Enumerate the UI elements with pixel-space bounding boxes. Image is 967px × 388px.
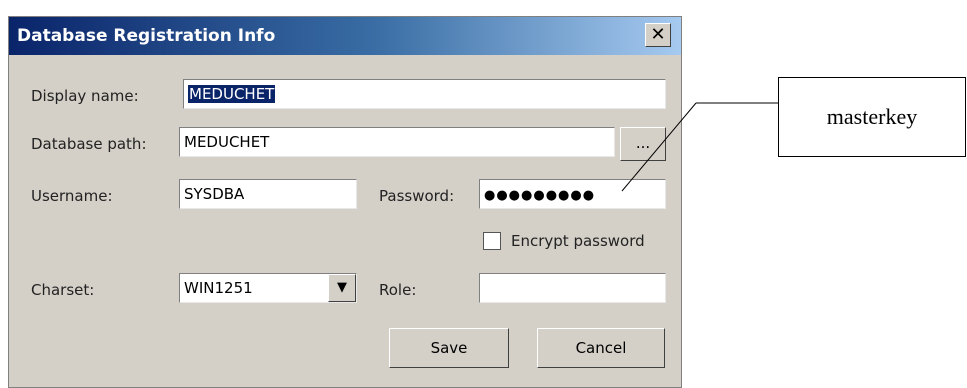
callout-text: masterkey bbox=[826, 104, 918, 129]
callout-leader-line bbox=[621, 102, 778, 192]
masterkey-callout: masterkey bbox=[778, 77, 966, 157]
